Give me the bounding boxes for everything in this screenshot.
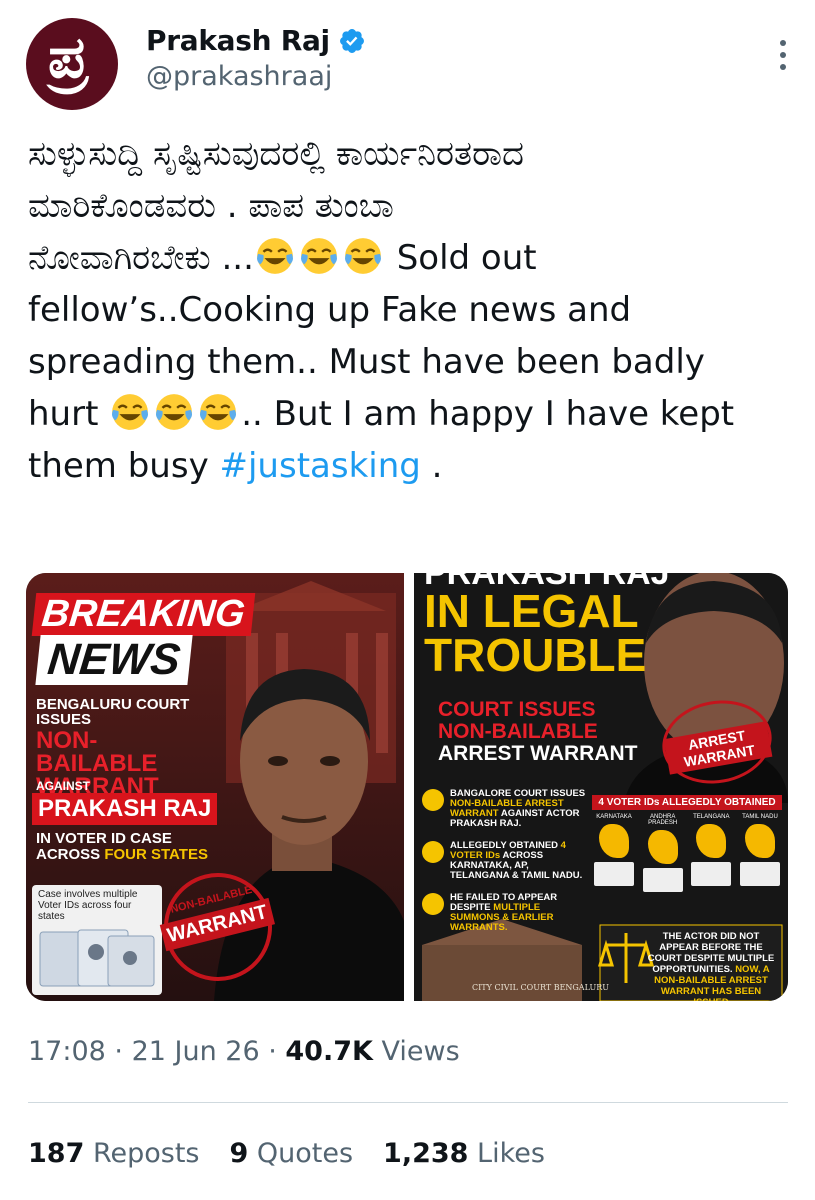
likes-count: 1,238 [383, 1138, 469, 1169]
likes-label: Likes [468, 1138, 545, 1169]
tweet-meta: 17:08 · 21 Jun 26 · 40.7K Views [28, 1036, 460, 1067]
voter-id-card: Case involves multiple Voter IDs across … [32, 885, 162, 995]
court-building-label: CITY CIVIL COURT BENGALURU [472, 983, 609, 992]
face-with-tears-of-joy-icon [200, 394, 237, 430]
court-issues-line3: ARREST WARRANT [438, 742, 638, 765]
reposts-label: Reposts [84, 1138, 200, 1169]
state-map-icon [599, 824, 629, 858]
views-count: 40.7K [285, 1036, 373, 1067]
legal-headline-line3: TROUBLE [424, 629, 647, 681]
state-label: KARNATAKA [596, 814, 632, 820]
voter-id-icon [594, 862, 634, 886]
name-row: Prakash Raj [146, 24, 366, 57]
voter-id-icon [691, 862, 732, 886]
state-map-icon [744, 824, 775, 858]
tweet-time[interactable]: 17:08 [28, 1036, 106, 1067]
media-image-breaking-news[interactable]: BREAKING NEWS BENGALURU COURT ISSUES NON… [26, 573, 404, 1001]
legal-facts-list: BANGALORE COURT ISSUES NON-BAILABLE ARRE… [422, 789, 590, 945]
legal-trouble-headline: PRAKASH RAJ IN LEGAL TROUBLE [424, 573, 670, 681]
meta-separator: · [259, 1036, 286, 1067]
voter-id-icon [642, 868, 683, 892]
state-label: TAMIL NADU [742, 814, 778, 820]
state-andhra-pradesh: ANDHRA PRADESH [641, 814, 685, 892]
tweet-line-4: fellow’s..Cooking up Fake news and [28, 290, 632, 330]
more-options-icon[interactable] [780, 40, 786, 70]
author-display-name[interactable]: Prakash Raj [146, 24, 330, 57]
voter-id-card-text: Case involves multiple Voter IDs across … [38, 889, 138, 922]
headline-case-highlight: FOUR STATES [104, 846, 208, 863]
quotes-stat[interactable]: 9 Quotes [230, 1138, 354, 1169]
state-label: TELANGANA [693, 814, 730, 820]
state-tamil-nadu: TAMIL NADU [738, 814, 782, 892]
headline-case: IN VOTER ID CASE ACROSS FOUR STATES [36, 831, 226, 863]
news-label: NEWS [35, 635, 193, 685]
divider [28, 1102, 788, 1103]
engagement-stats: 187 Reposts 9 Quotes 1,238 Likes [28, 1138, 545, 1169]
face-with-tears-of-joy-icon [156, 394, 193, 430]
headline-against: AGAINST [36, 779, 90, 793]
tweet-line-6: hurt .. But I am happy I have kept [28, 388, 798, 440]
headline-court: BENGALURU COURT ISSUES [36, 696, 190, 728]
state-karnataka: KARNATAKA [592, 814, 636, 892]
meta-separator: · [105, 1036, 132, 1067]
reposts-stat[interactable]: 187 Reposts [28, 1138, 200, 1169]
tweet-line-1: ಸುಳ್ಳುಸುದ್ದಿ ಸೃಷ್ಟಿಸುವುದರಲ್ಲಿ ಕಾರ್ಯನಿರತರ… [28, 134, 525, 174]
states-row: KARNATAKA ANDHRA PRADESH TELANGANA TAMIL… [592, 814, 782, 892]
legal-headline-line2: IN LEGAL [424, 585, 639, 637]
face-with-tears-of-joy-icon [256, 238, 293, 274]
views-label: Views [372, 1036, 460, 1067]
tweet-line-7-tail: . [420, 446, 443, 486]
arrest-warrant-stamp-text: ARREST WARRANT [663, 721, 773, 775]
tweet-header: ಪ್ರ Prakash Raj @prakashraaj [26, 18, 796, 114]
breaking-label: BREAKING [31, 593, 255, 636]
tweet-line-3: ನೋವಾಗಿರಬೇಕು ... Sold out [28, 232, 798, 284]
quotes-count: 9 [229, 1138, 249, 1169]
voter-id-cards-graphic [39, 929, 155, 987]
face-with-tears-of-joy-icon [112, 394, 149, 430]
voter-ids-title: 4 VOTER IDs ALLEGEDLY OBTAINED [592, 795, 782, 810]
voter-id-icon [739, 862, 780, 886]
tweet-line-6-head: hurt [28, 394, 110, 434]
court-issues-block: COURT ISSUES NON-BAILABLE ARREST WARRANT [438, 699, 638, 765]
author-handle[interactable]: @prakashraaj [146, 61, 366, 92]
state-telangana: TELANGANA [689, 814, 733, 892]
court-statement: THE ACTOR DID NOT APPEAR BEFORE THE COUR… [646, 931, 776, 1001]
legal-fact-item: HE FAILED TO APPEAR DESPITE MULTIPLE SUM… [422, 893, 590, 933]
legal-fact-item: ALLEGEDLY OBTAINED 4 VOTER IDs ACROSS KA… [422, 841, 590, 881]
quotes-label: Quotes [248, 1138, 354, 1169]
tweet-line-2: ಮಾರಿಕೊಂಡವರು . ಪಾಪ ತುಂಬಾ [28, 186, 394, 226]
court-issues-line1: COURT ISSUES [438, 698, 596, 721]
media-image-legal-trouble[interactable]: PRAKASH RAJ IN LEGAL TROUBLE COURT ISSUE… [414, 573, 788, 1001]
face-with-tears-of-joy-icon [300, 238, 337, 274]
state-map-icon [696, 824, 727, 858]
face-with-tears-of-joy-icon [344, 238, 381, 274]
court-issues-line2: NON-BAILABLE [438, 720, 598, 743]
verified-badge-icon [339, 28, 364, 53]
document-icon [422, 893, 444, 915]
reposts-count: 187 [28, 1138, 85, 1169]
state-label: ANDHRA PRADESH [648, 814, 678, 826]
tweet-line-3-text: ನೋವಾಗಿರಬೇಕು ... [28, 238, 254, 278]
headline-name: PRAKASH RAJ [32, 793, 218, 825]
avatar[interactable]: ಪ್ರ [26, 18, 118, 110]
likes-stat[interactable]: 1,238 Likes [383, 1138, 545, 1169]
state-map-icon [647, 830, 678, 864]
tweet-line-6-tail: .. But I am happy I have kept [241, 394, 735, 434]
avatar-logo: ಪ್ರ [48, 23, 88, 91]
voter-ids-panel: 4 VOTER IDs ALLEGEDLY OBTAINED KARNATAKA… [592, 795, 782, 915]
legal-fact-item: BANGALORE COURT ISSUES NON-BAILABLE ARRE… [422, 789, 590, 829]
gavel-icon [422, 789, 444, 811]
tweet-line-5: spreading them.. Must have been badly [28, 342, 705, 382]
hashtag-link[interactable]: #justasking [220, 446, 421, 486]
tweet-text: ಸುಳ್ಳುಸುದ್ದಿ ಸೃಷ್ಟಿಸುವುದರಲ್ಲಿ ಕಾರ್ಯನಿರತರ… [28, 128, 798, 492]
author-block: Prakash Raj @prakashraaj [146, 24, 366, 92]
tweet-date[interactable]: 21 Jun 26 [132, 1036, 260, 1067]
tweet-line-7: them busy #justasking . [28, 440, 798, 492]
tweet-line-3-tail: Sold out [385, 238, 537, 278]
media-grid: BREAKING NEWS BENGALURU COURT ISSUES NON… [26, 573, 788, 1001]
id-card-icon [422, 841, 444, 863]
tweet-line-7-head: them busy [28, 446, 220, 486]
